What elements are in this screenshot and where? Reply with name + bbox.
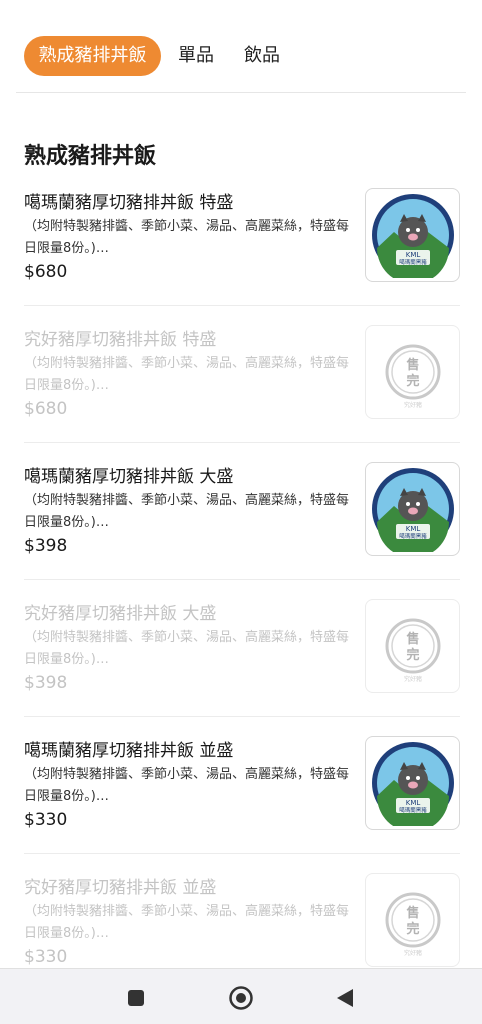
svg-text:KML: KML [405, 525, 420, 533]
svg-text:KML: KML [405, 251, 420, 259]
recents-square-icon[interactable] [121, 983, 151, 1013]
svg-text:噶瑪蘭黑豬: 噶瑪蘭黑豬 [399, 806, 427, 814]
sold-out-stamp-icon: 售 完 究好豬 [385, 344, 440, 409]
item-name: 噶瑪蘭豬厚切豬排丼飯 並盛 [24, 741, 234, 761]
kml-pig-logo-icon: KML 噶瑪蘭黑豬 [371, 194, 454, 278]
item-description: （均附特製豬排醬、季節小菜、湯品、高麗菜絲，特盛每日限量8份。)… [24, 356, 350, 393]
menu-item-soldout[interactable]: 究好豬厚切豬排丼飯 特盛 （均附特製豬排醬、季節小菜、湯品、高麗菜絲，特盛每日限… [24, 325, 460, 443]
item-image[interactable]: 售 完 究好豬 [365, 599, 460, 693]
svg-text:完: 完 [406, 647, 419, 663]
item-price: $398 [24, 536, 68, 556]
item-image[interactable]: KML 噶瑪蘭黑豬 [365, 188, 460, 282]
item-separator [24, 305, 460, 306]
menu-item-soldout[interactable]: 究好豬厚切豬排丼飯 大盛 （均附特製豬排醬、季節小菜、湯品、高麗菜絲，特盛每日限… [24, 599, 460, 717]
svg-text:售: 售 [406, 905, 419, 921]
tab-drinks[interactable]: 飲品 [244, 36, 280, 76]
menu-item[interactable]: 噶瑪蘭豬厚切豬排丼飯 並盛 （均附特製豬排醬、季節小菜、湯品、高麗菜絲，特盛每日… [24, 736, 460, 854]
kml-pig-logo-icon: KML 噶瑪蘭黑豬 [371, 468, 454, 552]
item-description: （均附特製豬排醬、季節小菜、湯品、高麗菜絲，特盛每日限量8份。)… [24, 767, 350, 804]
item-description: （均附特製豬排醬、季節小菜、湯品、高麗菜絲，特盛每日限量8份。)… [24, 493, 350, 530]
menu-item[interactable]: 噶瑪蘭豬厚切豬排丼飯 大盛 （均附特製豬排醬、季節小菜、湯品、高麗菜絲，特盛每日… [24, 462, 460, 580]
item-description: （均附特製豬排醬、季節小菜、湯品、高麗菜絲，特盛每日限量8份。)… [24, 219, 350, 256]
home-circle-icon[interactable] [226, 983, 256, 1013]
item-price: $330 [24, 947, 68, 967]
item-price: $680 [24, 399, 68, 419]
item-price: $680 [24, 262, 68, 282]
svg-text:究好豬: 究好豬 [403, 401, 421, 409]
item-separator [24, 579, 460, 580]
svg-text:完: 完 [406, 373, 419, 389]
item-price: $330 [24, 810, 68, 830]
svg-text:KML: KML [405, 799, 420, 807]
menu-item-soldout[interactable]: 究好豬厚切豬排丼飯 並盛 （均附特製豬排醬、季節小菜、湯品、高麗菜絲，特盛每日限… [24, 873, 460, 968]
item-separator [24, 442, 460, 443]
svg-text:售: 售 [406, 631, 419, 647]
svg-text:噶瑪蘭黑豬: 噶瑪蘭黑豬 [399, 532, 427, 540]
svg-text:究好豬: 究好豬 [403, 949, 421, 957]
item-image[interactable]: KML 噶瑪蘭黑豬 [365, 736, 460, 830]
svg-text:噶瑪蘭黑豬: 噶瑪蘭黑豬 [399, 258, 427, 266]
item-name: 究好豬厚切豬排丼飯 特盛 [24, 330, 217, 350]
system-navigation-bar [0, 968, 482, 1024]
item-image[interactable]: 售 完 究好豬 [365, 873, 460, 967]
svg-text:完: 完 [406, 921, 419, 937]
item-image[interactable]: 售 完 究好豬 [365, 325, 460, 419]
item-image[interactable]: KML 噶瑪蘭黑豬 [365, 462, 460, 556]
tab-single-items[interactable]: 單品 [178, 36, 214, 76]
item-separator [24, 853, 460, 854]
item-name: 噶瑪蘭豬厚切豬排丼飯 大盛 [24, 467, 234, 487]
category-tab-bar: 熟成豬排丼飯 單品 飲品 [0, 0, 482, 92]
sold-out-stamp-icon: 售 完 究好豬 [385, 618, 440, 683]
tab-divider [16, 92, 466, 93]
item-name: 究好豬厚切豬排丼飯 並盛 [24, 878, 217, 898]
menu-item[interactable]: 噶瑪蘭豬厚切豬排丼飯 特盛 （均附特製豬排醬、季節小菜、湯品、高麗菜絲，特盛每日… [24, 188, 460, 306]
item-name: 究好豬厚切豬排丼飯 大盛 [24, 604, 217, 624]
back-triangle-icon[interactable] [330, 983, 360, 1013]
sold-out-stamp-icon: 售 完 究好豬 [385, 892, 440, 957]
item-description: （均附特製豬排醬、季節小菜、湯品、高麗菜絲，特盛每日限量8份。)… [24, 904, 350, 941]
item-description: （均附特製豬排醬、季節小菜、湯品、高麗菜絲，特盛每日限量8份。)… [24, 630, 350, 667]
svg-text:售: 售 [406, 357, 419, 373]
section-title: 熟成豬排丼飯 [24, 144, 157, 169]
tab-pork-cutlet-rice[interactable]: 熟成豬排丼飯 [24, 36, 161, 76]
svg-text:究好豬: 究好豬 [403, 675, 421, 683]
item-price: $398 [24, 673, 68, 693]
kml-pig-logo-icon: KML 噶瑪蘭黑豬 [371, 742, 454, 826]
item-separator [24, 716, 460, 717]
item-name: 噶瑪蘭豬厚切豬排丼飯 特盛 [24, 193, 234, 213]
